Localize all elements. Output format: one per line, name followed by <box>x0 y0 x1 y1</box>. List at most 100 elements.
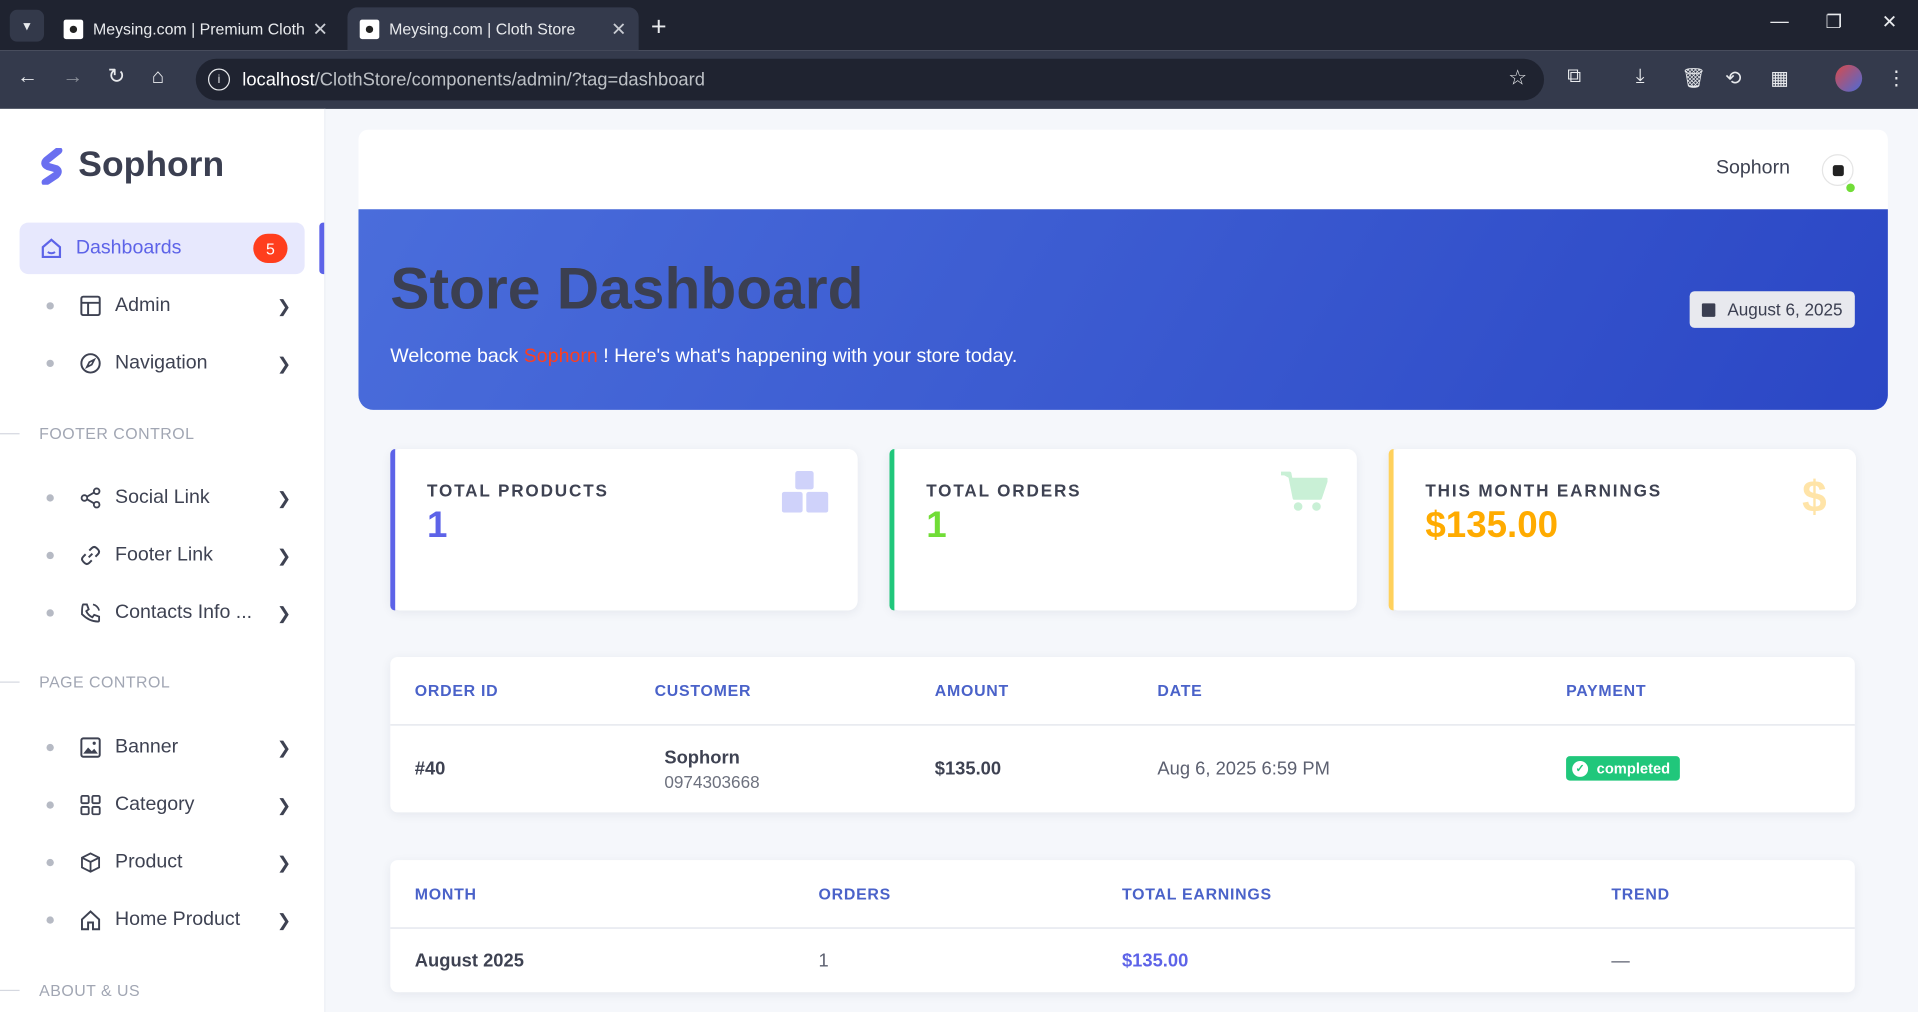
browser-toolbar: ← → ↻ ⌂ i localhost/ClothStore/component… <box>0 50 1918 109</box>
trash-icon[interactable]: 🗑 <box>1681 66 1706 90</box>
close-tab-icon[interactable]: ✕ <box>611 18 626 40</box>
column-header: AMOUNT <box>934 681 1009 700</box>
user-avatar[interactable] <box>1821 154 1854 186</box>
close-window-icon[interactable]: ✕ <box>1882 11 1897 33</box>
bullet <box>46 801 54 809</box>
chevron-right-icon: ❯ <box>276 794 292 815</box>
chevron-right-icon: ❯ <box>276 352 292 373</box>
tab-search-icon[interactable]: ▾ <box>9 9 45 42</box>
sidebar-item-label: Product <box>115 851 183 873</box>
page-title: Store Dashboard <box>390 256 864 322</box>
sidebar-item-navigation[interactable]: Navigation ❯ <box>46 345 291 382</box>
profile-avatar[interactable] <box>1835 64 1863 92</box>
sidebar-item-label: Admin <box>115 294 171 316</box>
order-id: #40 <box>414 758 446 780</box>
trend: — <box>1611 950 1630 972</box>
reload-icon[interactable]: ↻ <box>108 65 125 89</box>
sidebar-item-label: Home Product <box>115 909 241 930</box>
card-accent-bar <box>889 449 895 611</box>
stat-value: $135.00 <box>1425 505 1559 546</box>
payment-status: completed <box>1596 759 1671 777</box>
stat-value: 1 <box>427 505 448 546</box>
monthly-earnings-table: MONTH ORDERS TOTAL EARNINGS TREND August… <box>390 860 1855 993</box>
section-divider <box>0 989 20 992</box>
active-indicator <box>319 222 325 275</box>
sidebar-item-social-link[interactable]: Social Link ❯ <box>46 480 291 517</box>
calendar-icon <box>1701 302 1716 317</box>
sidebar-item-dashboards[interactable]: Dashboards 5 <box>19 222 305 275</box>
stat-label: TOTAL PRODUCTS <box>427 480 609 501</box>
sidebar: Sophorn Dashboards 5 Admin ❯ Navigation <box>0 108 326 1012</box>
sidebar-item-label: Banner <box>115 736 179 758</box>
section-about-us: ABOUT & US <box>39 981 141 1000</box>
restore-icon[interactable]: ❐ <box>1825 11 1841 33</box>
month: August 2025 <box>414 950 524 972</box>
stat-card-total-orders: TOTAL ORDERS 1 <box>889 449 1357 611</box>
minimize-icon[interactable]: — <box>1770 11 1788 32</box>
chevron-right-icon: ❯ <box>276 737 292 757</box>
extensions-icon[interactable]: ⧉ <box>1567 66 1581 88</box>
username: Sophorn <box>1715 157 1790 179</box>
current-date: August 6, 2025 <box>1727 299 1843 320</box>
sidebar-item-admin[interactable]: Admin ❯ <box>46 288 291 325</box>
new-tab-icon[interactable]: + <box>651 11 667 43</box>
column-header: DATE <box>1157 681 1203 700</box>
sidebar-item-product[interactable]: Product ❯ <box>46 844 291 881</box>
bullet <box>46 609 54 617</box>
table-header: MONTH ORDERS TOTAL EARNINGS TREND <box>390 860 1855 929</box>
close-tab-icon[interactable]: ✕ <box>313 18 328 40</box>
tab-title: Meysing.com | Premium Clothing <box>92 19 306 38</box>
welcome-prefix: Welcome back <box>390 346 524 368</box>
grid-icon <box>78 793 102 817</box>
browser-tab-bar: ▾ Meysing.com | Premium Clothing ✕ Meysi… <box>0 0 1918 51</box>
phone-icon <box>78 601 102 625</box>
site-info-icon[interactable]: i <box>207 68 231 91</box>
online-status-dot <box>1845 182 1857 194</box>
site-favicon-icon <box>359 18 380 39</box>
home-icon <box>41 238 62 259</box>
chevron-right-icon: ❯ <box>276 852 292 872</box>
share-icon <box>78 486 102 510</box>
browser-tab[interactable]: Meysing.com | Premium Clothing ✕ <box>51 7 340 50</box>
sidebar-item-label: Contacts Info ... <box>115 601 253 623</box>
compass-icon <box>78 351 102 375</box>
column-header: MONTH <box>414 884 477 903</box>
bullet <box>46 551 54 560</box>
address-bar[interactable]: i localhost/ClothStore/components/admin/… <box>195 58 1545 101</box>
boxes-icon <box>781 471 829 524</box>
download-icon[interactable]: ⤓ <box>1636 66 1645 88</box>
section-footer-control: FOOTER CONTROL <box>39 424 195 443</box>
order-amount: $135.00 <box>934 758 1002 780</box>
top-navbar: Sophorn <box>358 129 1888 211</box>
home-icon[interactable]: ⌂ <box>152 65 165 89</box>
bullet <box>46 858 54 867</box>
dashboard-hero: Store Dashboard Welcome back Sophorn ! H… <box>358 209 1888 410</box>
sidebar-item-footer-link[interactable]: Footer Link ❯ <box>46 537 291 574</box>
table-header: ORDER ID CUSTOMER AMOUNT DATE PAYMENT <box>390 657 1855 726</box>
history-icon[interactable]: ⟲ <box>1725 66 1741 90</box>
welcome-message: Welcome back Sophorn ! Here's what's hap… <box>390 346 1017 368</box>
back-icon[interactable]: ← <box>17 65 38 89</box>
forward-icon[interactable]: → <box>62 65 83 89</box>
url-host: localhost <box>242 69 315 90</box>
sidebar-item-banner[interactable]: Banner ❯ <box>46 729 291 766</box>
dollar-icon: $ <box>1802 471 1827 522</box>
tab-title: Meysing.com | Cloth Store <box>389 19 576 38</box>
column-header: PAYMENT <box>1566 681 1647 700</box>
qr-code-icon[interactable]: ▦ <box>1770 66 1789 90</box>
sidebar-item-category[interactable]: Category ❯ <box>46 787 291 824</box>
chevron-right-icon: ❯ <box>276 602 292 623</box>
bullet <box>46 359 54 368</box>
brand-name: Sophorn <box>78 145 225 185</box>
browser-tab-active[interactable]: Meysing.com | Cloth Store ✕ <box>347 7 639 51</box>
order-date: Aug 6, 2025 6:59 PM <box>1157 758 1330 780</box>
menu-kebab-icon[interactable]: ⋮ <box>1887 66 1907 90</box>
sidebar-item-contacts-info[interactable]: Contacts Info ... ❯ <box>46 595 291 632</box>
section-page-control: PAGE CONTROL <box>39 672 171 692</box>
stat-card-total-products: TOTAL PRODUCTS 1 <box>390 449 858 611</box>
sidebar-item-home-product[interactable]: Home Product ❯ <box>46 902 291 939</box>
payment-status-badge: ✓ completed <box>1566 756 1680 781</box>
brand[interactable]: Sophorn <box>39 146 224 186</box>
bookmark-star-icon[interactable]: ☆ <box>1508 66 1527 90</box>
link-icon <box>78 543 102 567</box>
